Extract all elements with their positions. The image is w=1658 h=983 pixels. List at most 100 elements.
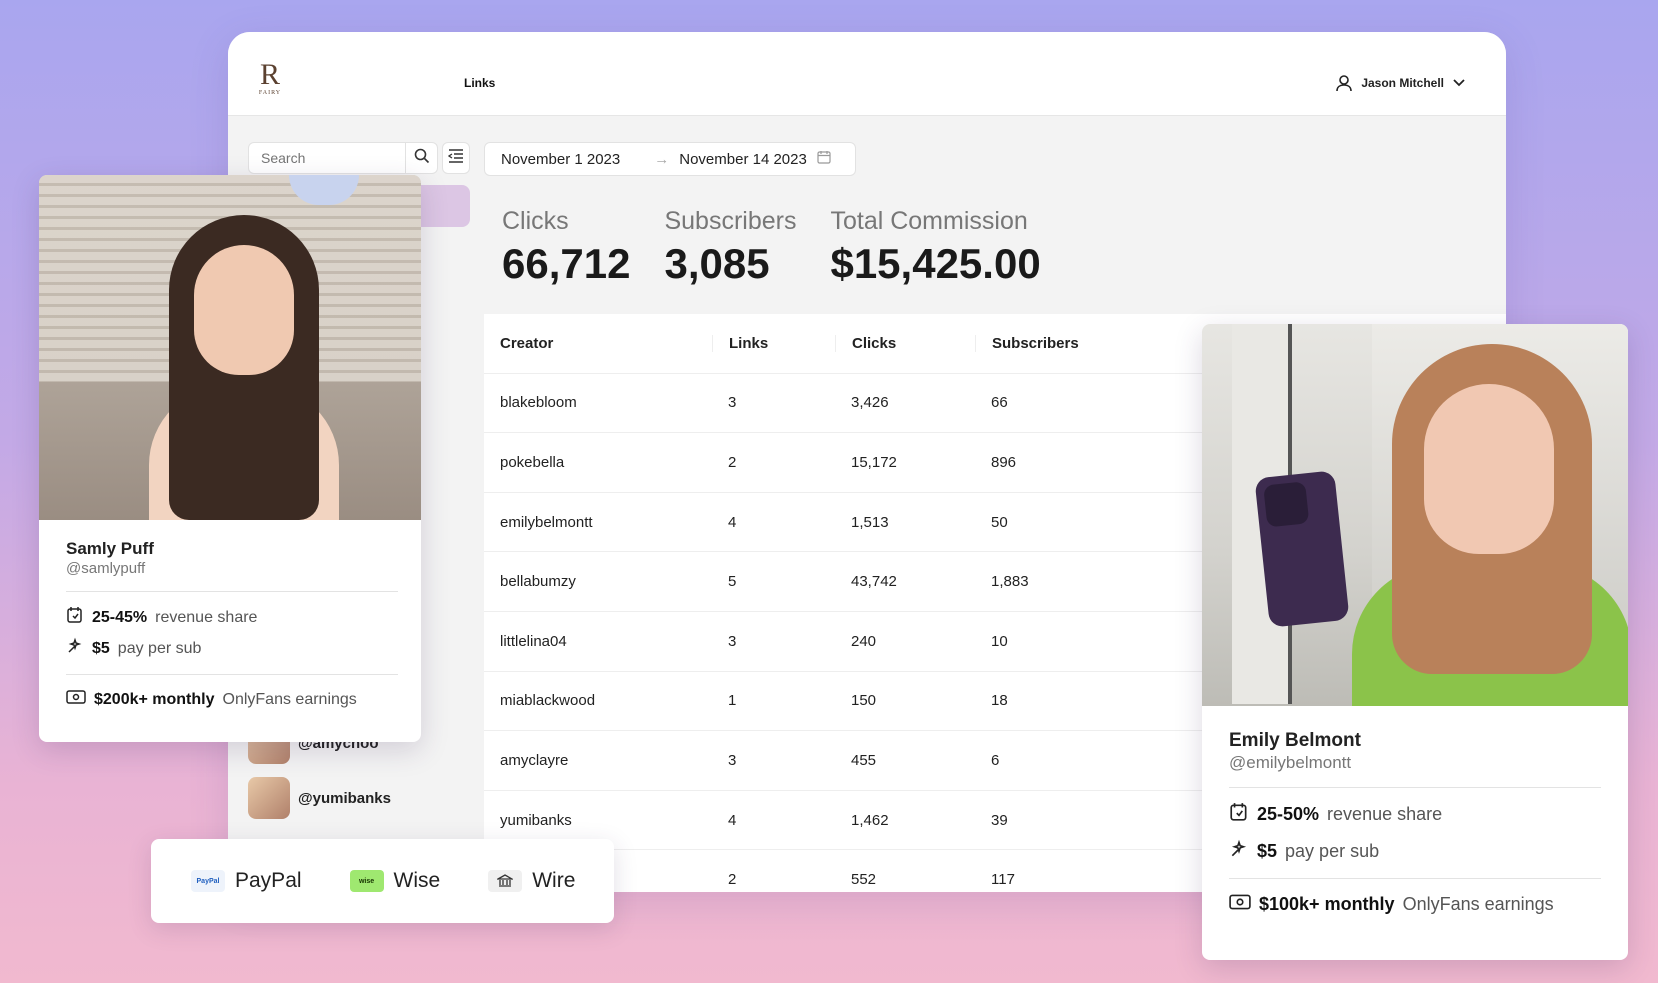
cell-subscribers: 6: [991, 751, 1000, 769]
cell-subscribers: 10: [991, 632, 1008, 650]
user-icon: [1335, 74, 1353, 92]
logo[interactable]: R FAIRY: [256, 60, 284, 102]
cell-clicks: 1,513: [851, 513, 889, 531]
monthly-earnings: $100k+ monthly OnlyFans earnings: [1229, 893, 1601, 916]
logo-word: FAIRY: [258, 90, 282, 96]
cell-links: 3: [728, 751, 737, 769]
payment-label: Wise: [393, 869, 441, 892]
pay-per-sub: $5 pay per sub: [1229, 839, 1601, 864]
cell-creator: miablackwood: [500, 692, 596, 710]
column-header-subscribers[interactable]: Subscribers: [975, 334, 1175, 352]
cell-links: 4: [728, 811, 737, 829]
creator-card-emily-belmont[interactable]: Emily Belmont @emilybelmontt 25-50% reven…: [1202, 324, 1628, 960]
sidebar-creator-label: @yumibanks: [298, 789, 391, 807]
payment-methods: PayPal PayPal wise Wise Wire: [151, 839, 614, 923]
creator-handle: @emilybelmontt: [1229, 753, 1352, 772]
bank-icon: [488, 870, 523, 892]
creator-name: Emily Belmont: [1229, 730, 1361, 751]
stat-value: 66,712: [502, 240, 631, 287]
payment-label: PayPal: [235, 869, 302, 892]
cell-links: 4: [728, 513, 737, 531]
stat-total-commission: Total Commission $15,425.00: [830, 207, 1040, 288]
divider: [1229, 878, 1601, 879]
cell-subscribers: 18: [991, 692, 1008, 710]
stat-clicks: Clicks 66,712: [502, 207, 630, 288]
payment-label: Wire: [532, 869, 576, 892]
divider: [66, 591, 398, 592]
user-name: Jason Mitchell: [1361, 76, 1444, 90]
cell-clicks: 43,742: [851, 573, 897, 591]
monthly-earnings: $200k+ monthly OnlyFans earnings: [66, 689, 394, 710]
revenue-share: 25-50% revenue share: [1229, 802, 1601, 827]
cell-clicks: 150: [851, 692, 877, 710]
stats-row: Clicks 66,712 Subscribers 3,085 Total Co…: [502, 207, 1041, 288]
creator-handle: @samlypuff: [66, 560, 146, 577]
sparkle-icon: [1229, 839, 1249, 864]
creator-photo: [1202, 324, 1628, 706]
cell-creator: yumibanks: [500, 811, 572, 829]
cell-clicks: 1,462: [851, 811, 889, 829]
cash-icon: [66, 689, 86, 710]
cell-links: 5: [728, 573, 737, 591]
cell-subscribers: 66: [991, 394, 1008, 412]
pay-per-sub: $5 pay per sub: [66, 637, 394, 660]
cell-creator: bellabumzy: [500, 573, 576, 591]
cell-creator: pokebella: [500, 453, 565, 471]
cell-links: 2: [728, 871, 737, 889]
search-icon: [414, 148, 430, 169]
cell-subscribers: 117: [991, 871, 1015, 889]
paypal-icon: PayPal: [191, 870, 225, 892]
sidebar-creator-yumibanks[interactable]: @yumibanks: [248, 777, 391, 819]
search-button[interactable]: [406, 142, 438, 174]
menu-collapse-icon: [447, 148, 464, 168]
cell-links: 3: [728, 632, 737, 650]
date-range-picker[interactable]: November 1 2023 → November 14 2023: [484, 142, 856, 176]
cell-subscribers: 39: [991, 811, 1008, 829]
column-header-creator[interactable]: Creator: [484, 335, 712, 352]
creator-card-samly-puff[interactable]: Samly Puff @samlypuff 25-45% revenue shar…: [39, 175, 421, 742]
cell-subscribers: 896: [991, 453, 1017, 471]
collapse-sidebar-button[interactable]: [442, 142, 470, 174]
cell-links: 2: [728, 453, 737, 471]
calendar-heart-icon: [1229, 802, 1249, 827]
payment-wise[interactable]: wise Wise: [349, 869, 441, 893]
stat-value: 3,085: [664, 240, 770, 287]
column-header-links[interactable]: Links: [712, 334, 835, 352]
cell-subscribers: 1,883: [991, 573, 1029, 591]
cell-subscribers: 50: [991, 513, 1008, 531]
cell-links: 3: [728, 394, 737, 412]
chevron-down-icon: [1452, 78, 1466, 88]
search-input[interactable]: [248, 142, 406, 174]
cell-creator: amyclayre: [500, 751, 569, 769]
revenue-share: 25-45% revenue share: [66, 606, 394, 629]
top-bar: R FAIRY Links Jason Mitchell: [228, 32, 1506, 116]
cell-clicks: 3,426: [851, 394, 889, 412]
stat-label: Clicks: [502, 207, 569, 235]
cell-clicks: 240: [851, 632, 877, 650]
nav-links[interactable]: Links: [464, 76, 495, 90]
stat-value: $15,425.00: [830, 240, 1041, 287]
cell-creator: littlelina04: [500, 632, 567, 650]
cell-creator: emilybelmontt: [500, 513, 593, 531]
divider: [66, 674, 398, 675]
cell-clicks: 15,172: [851, 453, 897, 471]
payment-paypal[interactable]: PayPal PayPal: [191, 869, 302, 893]
column-header-clicks[interactable]: Clicks: [835, 334, 975, 352]
cell-creator: blakebloom: [500, 394, 577, 412]
date-end: November 14 2023: [679, 150, 807, 168]
creator-photo: [39, 175, 421, 520]
stat-label: Total Commission: [830, 207, 1028, 235]
wise-icon: wise: [349, 870, 384, 892]
avatar: [248, 777, 290, 819]
creator-name: Samly Puff: [66, 539, 154, 558]
payment-wire[interactable]: Wire: [488, 869, 575, 893]
cell-clicks: 552: [851, 871, 877, 889]
divider: [1229, 787, 1601, 788]
calendar-heart-icon: [66, 606, 84, 629]
date-start: November 1 2023: [501, 150, 621, 168]
stat-subscribers: Subscribers 3,085: [664, 207, 796, 288]
cell-clicks: 455: [851, 751, 877, 769]
cash-icon: [1229, 893, 1251, 916]
calendar-icon: [817, 150, 831, 168]
user-menu[interactable]: Jason Mitchell: [1335, 74, 1466, 92]
